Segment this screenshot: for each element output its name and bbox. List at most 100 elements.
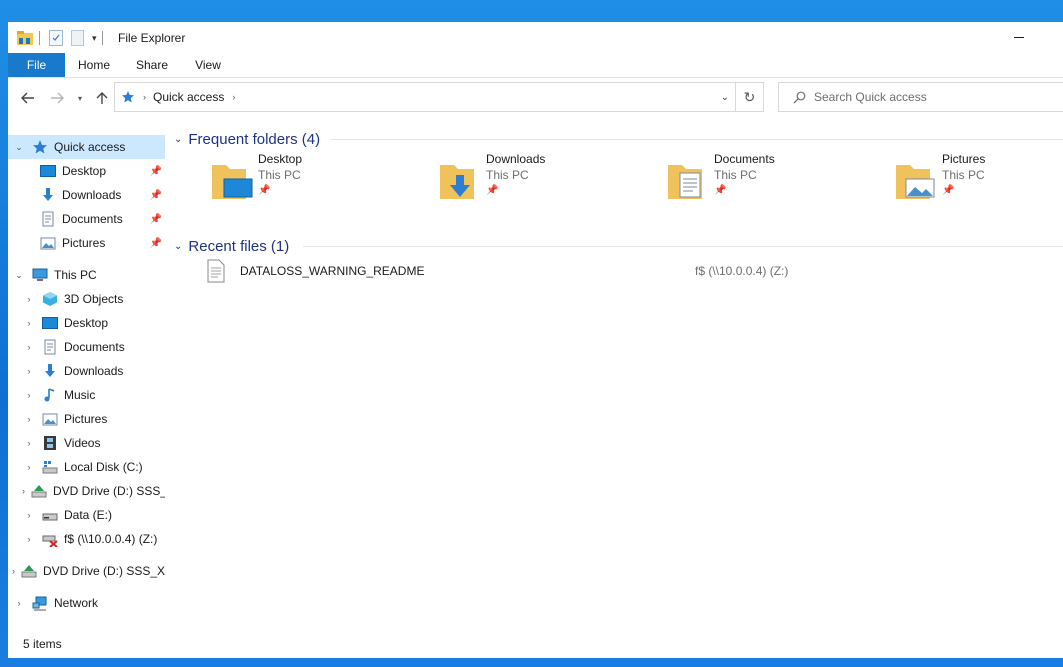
drive-icon [42,513,58,521]
nav-label: Documents [64,340,125,354]
recent-file-location: f$ (\\10.0.0.4) (Z:) [695,264,789,278]
pin-icon: 📌 [942,185,955,196]
nav-quick-documents[interactable]: Documents 📌 [8,207,165,231]
recent-file-row[interactable]: DATALOSS_WARNING_README f$ (\\10.0.0.4) … [204,259,1044,283]
nav-pc-data-drive[interactable]: › Data (E:) [8,503,165,527]
up-arrow-icon [96,92,108,104]
nav-pc-documents[interactable]: › Documents [8,335,165,359]
disconnected-network-drive-icon [42,535,58,547]
nav-pc-music[interactable]: › Music [8,383,165,407]
nav-label: Data (E:) [64,508,113,522]
nav-label: DVD Drive (D:) SSS_X [53,484,165,498]
maximize-button[interactable] [1048,22,1063,53]
pin-icon[interactable]: 📌 [150,166,162,177]
folder-tile-desktop[interactable]: Desktop This PC 📌 [210,151,430,207]
network-icon [32,596,47,611]
tab-file[interactable]: File [8,53,65,77]
nav-pc-desktop[interactable]: › Desktop [8,311,165,335]
pin-icon[interactable]: 📌 [150,190,162,201]
minimize-icon [1014,37,1024,38]
new-folder-icon[interactable] [71,30,84,46]
nav-pc-dvd-drive[interactable]: › DVD Drive (D:) SSS_X [8,479,165,503]
nav-pc-pictures[interactable]: › Pictures [8,407,165,431]
tab-view[interactable]: View [186,53,230,77]
collapsed-chevron-icon[interactable]: › [12,596,26,610]
nav-label: Videos [64,436,101,450]
folder-location: This PC [942,168,985,182]
tab-home[interactable]: Home [72,53,116,77]
collapsed-chevron-icon[interactable]: › [22,436,36,450]
forward-button[interactable] [48,88,66,108]
collapsed-chevron-icon[interactable]: › [22,412,36,426]
folder-name: Documents [714,152,775,166]
customize-toolbar-chevron-icon[interactable]: ▾ [92,33,97,44]
recent-files-header[interactable]: ⌄ Recent files (1) [174,236,289,256]
collapsed-chevron-icon[interactable]: › [22,532,36,546]
nav-quick-downloads[interactable]: Downloads 📌 [8,183,165,207]
dvd-drive-icon [31,485,47,498]
nav-label: Desktop [62,164,107,178]
nav-pc-downloads[interactable]: › Downloads [8,359,165,383]
title-bar: ▾ File Explorer [8,22,1063,53]
up-button[interactable] [93,88,111,108]
nav-quick-access[interactable]: ⌄ Quick access [8,135,165,159]
expanded-chevron-icon[interactable]: ⌄ [12,140,26,154]
desktop-folder-icon [212,165,253,199]
properties-icon[interactable] [49,30,63,46]
pictures-icon [40,237,56,250]
nav-network[interactable]: › Network [8,591,165,615]
nav-quick-desktop[interactable]: Desktop 📌 [8,159,165,183]
nav-label: Local Disk (C:) [64,460,143,474]
nav-pc-network-drive[interactable]: › f$ (\\10.0.0.4) (Z:) [8,527,165,551]
folder-tile-downloads[interactable]: Downloads This PC 📌 [438,151,658,207]
collapsed-chevron-icon[interactable]: › [22,364,36,378]
frequent-folders-header[interactable]: ⌄ Frequent folders (4) [174,129,320,149]
collapsed-chevron-icon[interactable]: › [22,292,36,306]
folder-tile-documents[interactable]: Documents This PC 📌 [666,151,886,207]
address-bar[interactable]: › Quick access › ⌄ [114,82,736,112]
explorer-app-icon[interactable] [16,30,34,46]
collapsed-chevron-icon[interactable]: › [22,316,36,330]
nav-pc-3d-objects[interactable]: › 3D Objects [8,287,165,311]
folder-location: This PC [714,168,757,182]
minimize-button[interactable] [996,22,1042,53]
breadcrumb-chevron-icon[interactable]: › [232,92,235,102]
nav-label: Pictures [62,236,106,250]
refresh-button[interactable]: ↻ [736,82,764,112]
chevron-down-icon: ▾ [77,93,82,103]
back-button[interactable] [19,88,37,108]
nav-label: Downloads [64,364,124,378]
back-arrow-icon [21,92,34,104]
collapsed-chevron-icon[interactable]: › [12,564,15,578]
collapsed-chevron-icon[interactable]: › [22,388,36,402]
nav-label: This PC [54,268,97,282]
pin-icon: 📌 [714,185,727,196]
pin-icon[interactable]: 📌 [150,214,162,225]
collapsed-chevron-icon[interactable]: › [22,460,36,474]
collapsed-chevron-icon[interactable]: › [22,484,25,498]
window-title: File Explorer [118,31,186,45]
nav-this-pc[interactable]: ⌄ This PC [8,263,165,287]
nav-pc-local-disk[interactable]: › Local Disk (C:) [8,455,165,479]
folder-name: Downloads [486,152,546,166]
nav-quick-pictures[interactable]: Pictures 📌 [8,231,165,255]
address-dropdown-icon[interactable]: ⌄ [721,92,729,103]
group-divider [303,246,1063,247]
expanded-chevron-icon[interactable]: ⌄ [12,268,26,282]
collapsed-chevron-icon[interactable]: › [22,508,36,522]
nav-dvd-drive[interactable]: › DVD Drive (D:) SSS_X6 [8,559,165,583]
ribbon-tabs: File Home Share View [8,53,1063,78]
tab-share[interactable]: Share [130,53,174,77]
navigation-pane: ⌄ Quick access Desktop 📌 Downloads 📌 Doc… [8,127,166,627]
collapsed-chevron-icon[interactable]: › [22,340,36,354]
folder-tile-pictures[interactable]: Pictures This PC 📌 [894,151,1063,207]
search-box[interactable]: Search Quick access [778,82,1063,112]
computer-icon [32,268,48,281]
breadcrumb-quick-access[interactable]: Quick access [153,90,224,104]
folder-name: Desktop [258,152,303,166]
star-icon [33,140,47,154]
nav-pc-videos[interactable]: › Videos [8,431,165,455]
recent-locations-button[interactable]: ▾ [74,88,86,108]
nav-label: 3D Objects [64,292,124,306]
pin-icon[interactable]: 📌 [150,238,162,249]
